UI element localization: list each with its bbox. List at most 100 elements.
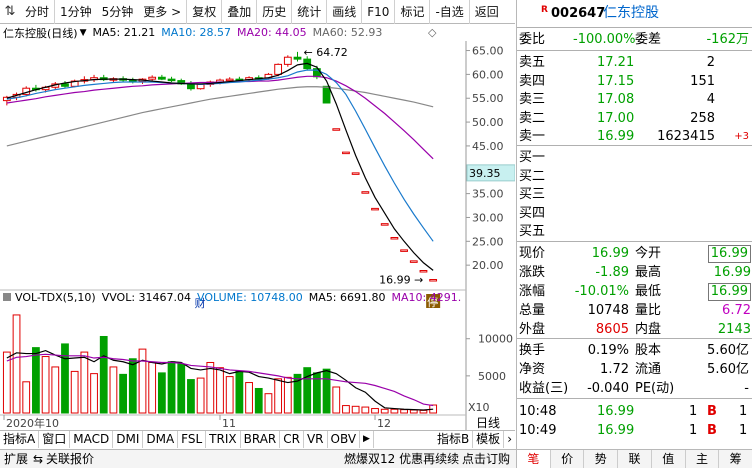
bid-label: 买一 <box>519 150 546 165</box>
bid-row[interactable]: 买三 <box>517 185 752 204</box>
candle-body <box>342 151 350 155</box>
chart-toolbar: ⇅ 分时 1分钟 5分钟 更多 > 复权 叠加 历史 统计 画线 F10 标记 … <box>0 0 515 24</box>
candle-body <box>148 76 157 80</box>
statistics-button[interactable]: 统计 <box>292 0 328 24</box>
restore-rights-button[interactable]: 复权 <box>187 0 223 24</box>
promo-text[interactable]: 燃爆双12 优惠再续续 <box>344 450 459 468</box>
vol-tick-label: 10000 <box>478 333 513 346</box>
volume-bar <box>41 356 50 414</box>
tick-count: 1 <box>739 404 748 419</box>
ask-row[interactable]: 卖五 17.21 2 <box>517 53 752 72</box>
stat-label: 涨幅 <box>519 284 546 299</box>
f10-button[interactable]: F10 <box>362 0 396 24</box>
candle-body <box>409 260 418 263</box>
quote-tab[interactable]: 值 <box>652 450 686 468</box>
linked-quote-icon: ⇆ <box>33 452 44 466</box>
subscribe-link[interactable]: 点击订购 <box>462 450 510 468</box>
stat-value-2: 2143 <box>717 322 751 337</box>
stock-name[interactable]: 仁东控股 <box>603 4 659 23</box>
tab-cr[interactable]: CR <box>280 431 304 448</box>
ask-row[interactable]: 卖三 17.08 4 <box>517 90 752 109</box>
menu-arrows-icon[interactable]: ⇅ <box>0 0 20 24</box>
candle-body <box>419 269 428 273</box>
quote-tab[interactable]: 主 <box>686 450 720 468</box>
ask-row[interactable]: 卖四 17.15 151 <box>517 72 752 91</box>
ask-price: 17.21 <box>597 55 635 70</box>
tab-window[interactable]: 窗口 <box>39 431 71 448</box>
diamond-icon[interactable]: ◇ <box>428 26 436 39</box>
candle-body <box>351 172 360 175</box>
stat-row: 总量 10748 量比 6.72 <box>517 301 752 320</box>
linked-quote-button[interactable]: 关联报价 <box>46 450 94 468</box>
tab-trix[interactable]: TRIX <box>206 431 241 448</box>
overlay-button[interactable]: 叠加 <box>222 0 258 24</box>
ma10-label: MA10: 28.57 <box>161 26 231 39</box>
ask-row[interactable]: 卖一 16.99 1623415 +3 <box>517 127 752 146</box>
price-tick-label: 35.00 <box>472 188 504 201</box>
price-tick-label: 30.00 <box>472 211 504 224</box>
more-dropdown[interactable]: 更多 > <box>138 0 188 24</box>
quote-tab[interactable]: 笔 <box>517 450 551 468</box>
volume-bar <box>225 376 234 414</box>
tab-fenshi[interactable]: 分时 <box>20 0 56 24</box>
tab-brar[interactable]: BRAR <box>241 431 281 448</box>
volume-bar <box>206 361 215 414</box>
stat-value: -1.89 <box>595 265 629 280</box>
tab-vr[interactable]: VR <box>304 431 328 448</box>
stat-value-2: 16.99 <box>713 265 751 280</box>
kline-chart[interactable]: ← 64.72 16.99 → 65.00 60.00 55.00 50.00 45.00… <box>0 41 515 430</box>
volume-bar <box>245 382 253 414</box>
tab-dmi[interactable]: DMI <box>113 431 144 448</box>
weibi-value: -100.00% <box>573 32 636 47</box>
tab-indicator-a[interactable]: 指标A <box>0 431 40 448</box>
tab-obv[interactable]: OBV <box>328 431 361 448</box>
ask-volume: 258 <box>690 110 715 126</box>
dropdown-icon[interactable]: ▼ <box>80 28 87 38</box>
bid-row[interactable]: 买一 <box>517 148 752 167</box>
tab-dma[interactable]: DMA <box>143 431 179 448</box>
remove-watchlist-button[interactable]: -自选 <box>430 0 470 24</box>
bid-row[interactable]: 买五 <box>517 222 752 241</box>
tab-5min[interactable]: 5分钟 <box>97 0 139 24</box>
stat-label-2: 最高 <box>635 265 662 280</box>
tab-1min[interactable]: 1分钟 <box>55 0 97 24</box>
draw-line-button[interactable]: 画线 <box>327 0 363 24</box>
candle-body <box>283 56 292 65</box>
tick-volume: 1 <box>689 423 698 438</box>
volume-bar <box>187 379 195 414</box>
volume-bar <box>342 405 350 414</box>
ask-volume: 2 <box>706 55 715 70</box>
quote-tab[interactable]: 筹 <box>719 450 752 468</box>
tab-template[interactable]: 模板 <box>473 431 505 448</box>
ask-row[interactable]: 卖二 17.00 258 <box>517 109 752 128</box>
chart-legend: 仁东控股(日线) ▼ MA5: 21.21 MA10: 28.57 MA20: … <box>0 24 515 41</box>
stat2-label: 净资 <box>519 362 546 377</box>
quote-tab[interactable]: 价 <box>551 450 585 468</box>
price-tick-label: 45.00 <box>472 140 504 153</box>
quote-tab[interactable]: 联 <box>618 450 652 468</box>
ask-label: 卖五 <box>519 55 546 70</box>
scroll-right-icon[interactable]: ▶ <box>360 431 374 448</box>
quote-tab[interactable]: 势 <box>584 450 619 468</box>
bid-row[interactable]: 买四 <box>517 204 752 223</box>
volume-bar <box>264 393 273 414</box>
volume-bar <box>99 335 108 414</box>
stat-value-2: 16.99 <box>707 283 751 301</box>
stat-label-2: 量比 <box>635 303 662 318</box>
tabs-next-icon[interactable]: › <box>504 431 515 448</box>
stat2-value: -0.040 <box>587 381 629 396</box>
tab-fsl[interactable]: FSL <box>178 431 207 448</box>
tab-indicator-b[interactable]: 指标B <box>434 431 474 448</box>
history-button[interactable]: 历史 <box>257 0 293 24</box>
expand-button[interactable]: 扩展 <box>4 450 28 468</box>
chevron-right-icon: > <box>167 4 182 19</box>
stat-value: -10.01% <box>574 284 629 299</box>
weibi-label: 委比 <box>519 32 546 47</box>
volume-bar <box>274 378 283 414</box>
stat-label: 外盘 <box>519 322 546 337</box>
mark-button[interactable]: 标记 <box>395 0 431 24</box>
tab-macd[interactable]: MACD <box>70 431 114 448</box>
back-button[interactable]: 返回 <box>470 0 504 24</box>
bid-row[interactable]: 买二 <box>517 167 752 186</box>
period-label[interactable]: 日线 <box>476 416 500 430</box>
